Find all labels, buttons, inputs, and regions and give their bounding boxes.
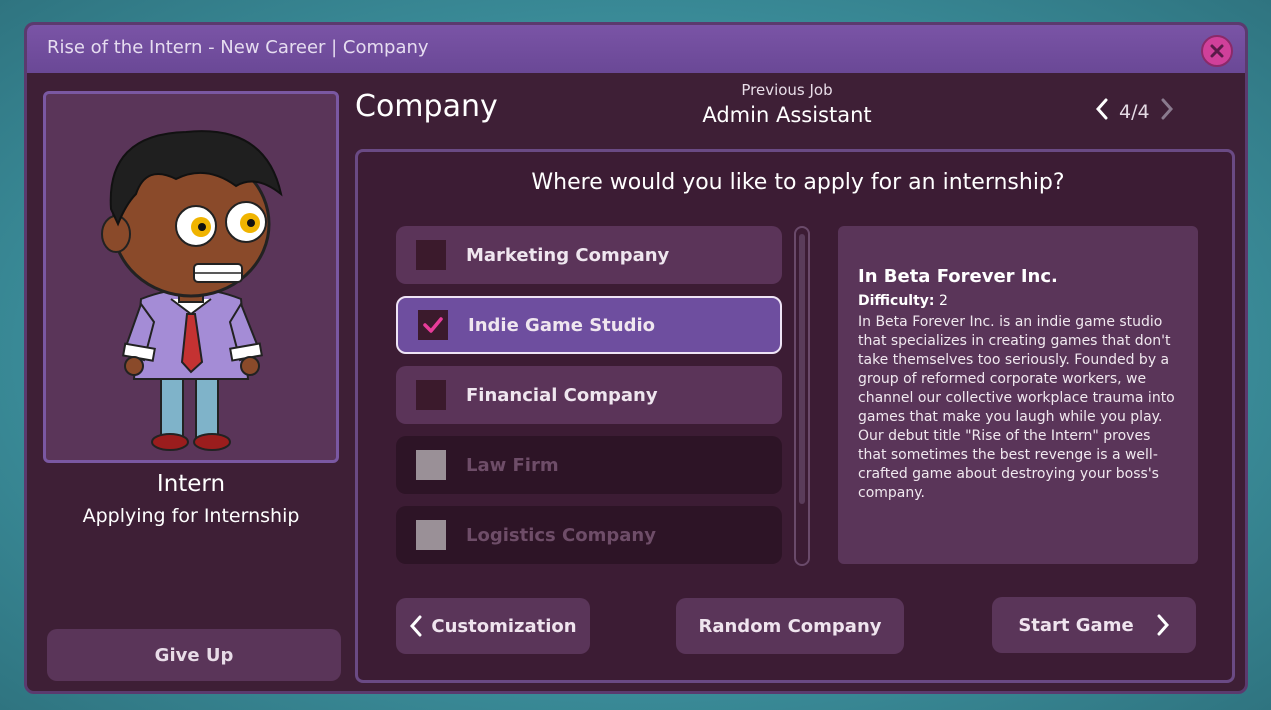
chevron-left-icon (1095, 98, 1108, 120)
checkbox[interactable] (416, 240, 446, 270)
option-label: Law Firm (466, 454, 559, 476)
start-game-button[interactable]: Start Game (992, 597, 1196, 653)
checkmark-icon (423, 317, 443, 333)
next-page-button[interactable] (1160, 97, 1174, 127)
checkbox (416, 520, 446, 550)
difficulty-label: Difficulty: (858, 293, 935, 309)
window-title: Rise of the Intern - New Career | Compan… (47, 37, 429, 58)
company-panel: Where would you like to apply for an int… (355, 149, 1235, 683)
scrollbar-thumb[interactable] (799, 234, 805, 504)
option-label: Marketing Company (466, 244, 670, 266)
previous-job-value: Admin Assistant (702, 103, 872, 127)
chevron-right-icon (1161, 98, 1173, 120)
question-text: Where would you like to apply for an int… (531, 170, 1065, 195)
chevron-right-icon (1157, 614, 1169, 636)
chevron-left-icon (410, 615, 422, 637)
random-company-label: Random Company (698, 615, 882, 637)
character-name: Intern (156, 471, 226, 497)
character-subtitle: Applying for Internship (82, 505, 300, 527)
close-icon (1210, 44, 1224, 58)
customization-button[interactable]: Customization (396, 598, 590, 654)
customization-label: Customization (431, 615, 577, 637)
company-info-title: In Beta Forever Inc. (858, 266, 1058, 287)
option-law-firm: Law Firm (396, 436, 782, 494)
random-company-button[interactable]: Random Company (676, 598, 904, 654)
close-button[interactable] (1201, 35, 1233, 67)
checkbox[interactable] (418, 310, 448, 340)
option-label: Financial Company (466, 384, 658, 406)
title-bar: Rise of the Intern - New Career | Compan… (27, 25, 1245, 73)
option-logistics-company: Logistics Company (396, 506, 782, 564)
page-indicator: 4/4 (1095, 97, 1174, 127)
company-description: In Beta Forever Inc. is an indie game st… (858, 314, 1175, 501)
option-label: Indie Game Studio (468, 314, 655, 336)
options-scrollbar[interactable] (794, 226, 810, 566)
option-financial-company[interactable]: Financial Company (396, 366, 782, 424)
previous-job-label: Previous Job (741, 81, 833, 99)
page-count: 4/4 (1119, 101, 1150, 123)
intern-character-image (101, 130, 283, 451)
character-portrait (43, 91, 339, 463)
option-marketing-company[interactable]: Marketing Company (396, 226, 782, 284)
option-indie-game-studio[interactable]: Indie Game Studio (396, 296, 782, 354)
checkbox (416, 450, 446, 480)
page-title: Company (355, 89, 498, 124)
difficulty-row: Difficulty: 2 (858, 293, 1176, 309)
difficulty-value: 2 (938, 293, 948, 309)
start-game-label: Start Game (1018, 614, 1134, 636)
company-info-card: In Beta Forever Inc. Difficulty: 2 In Be… (838, 226, 1198, 564)
option-label: Logistics Company (466, 524, 656, 546)
checkbox[interactable] (416, 380, 446, 410)
game-window: Rise of the Intern - New Career | Compan… (24, 22, 1248, 694)
give-up-button[interactable]: Give Up (47, 629, 341, 681)
previous-page-button[interactable] (1095, 97, 1109, 127)
